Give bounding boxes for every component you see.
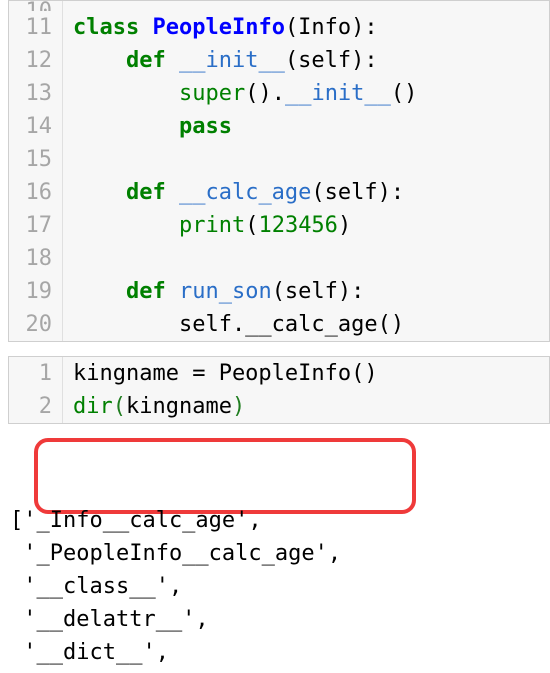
code-cell-1[interactable]: 1011class PeopleInfo(Info):12 def __init… (8, 0, 550, 342)
code-text[interactable]: dir(kingname) (63, 390, 245, 423)
line-number: 11 (9, 11, 63, 44)
output-line: '__dir__', (8, 669, 550, 673)
code-line[interactable]: 19 def run_son(self): (9, 275, 549, 308)
output-line: ['_Info__calc_age', (8, 504, 550, 537)
line-number: 10 (9, 1, 63, 11)
output-line: '__delattr__', (8, 603, 550, 636)
code-text[interactable]: kingname = PeopleInfo() (63, 357, 378, 390)
code-line[interactable]: 20 self.__calc_age() (9, 308, 549, 341)
code-line[interactable]: 11class PeopleInfo(Info): (9, 11, 549, 44)
line-number: 16 (9, 176, 63, 209)
code-line[interactable]: 2dir(kingname) (9, 390, 549, 423)
code-text[interactable]: class PeopleInfo(Info): (63, 11, 378, 44)
code-line[interactable]: 12 def __init__(self): (9, 44, 549, 77)
output-line: '__dict__', (8, 636, 550, 669)
line-number: 17 (9, 209, 63, 242)
code-line[interactable]: 14 pass (9, 110, 549, 143)
line-number: 1 (9, 357, 63, 390)
output-area: ['_Info__calc_age', '_PeopleInfo__calc_a… (8, 438, 550, 673)
code-line[interactable]: 18 (9, 242, 549, 275)
code-line[interactable]: 1kingname = PeopleInfo() (9, 357, 549, 390)
line-number: 15 (9, 143, 63, 176)
line-number: 14 (9, 110, 63, 143)
code-line[interactable]: 16 def __calc_age(self): (9, 176, 549, 209)
code-line[interactable]: 15 (9, 143, 549, 176)
output-line: '_PeopleInfo__calc_age', (8, 537, 550, 570)
code-text[interactable]: def __calc_age(self): (63, 176, 404, 209)
line-number: 12 (9, 44, 63, 77)
output-line: '__class__', (8, 570, 550, 603)
highlight-annotation (34, 438, 416, 514)
code-line[interactable]: 13 super().__init__() (9, 77, 549, 110)
code-cell-2[interactable]: 1kingname = PeopleInfo()2dir(kingname) (8, 356, 550, 424)
code-text[interactable]: def run_son(self): (63, 275, 364, 308)
line-number: 18 (9, 242, 63, 275)
code-text[interactable]: pass (63, 110, 232, 143)
line-number: 19 (9, 275, 63, 308)
code-text[interactable]: super().__init__() (63, 77, 417, 110)
line-number: 20 (9, 308, 63, 341)
code-text[interactable]: print(123456) (63, 209, 351, 242)
code-line[interactable]: 10 (9, 1, 549, 11)
code-text[interactable]: def __init__(self): (63, 44, 378, 77)
code-text[interactable]: self.__calc_age() (63, 308, 404, 341)
line-number: 13 (9, 77, 63, 110)
line-number: 2 (9, 390, 63, 423)
code-line[interactable]: 17 print(123456) (9, 209, 549, 242)
